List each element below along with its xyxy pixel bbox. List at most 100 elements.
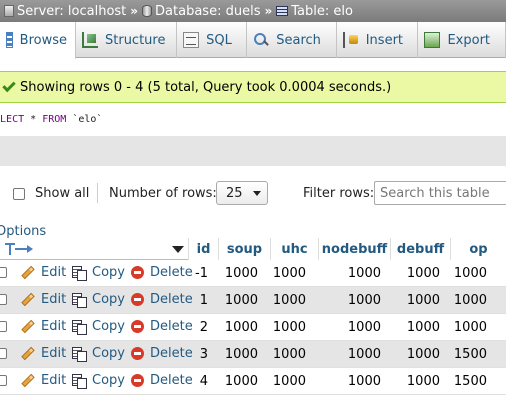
checkmark-icon bbox=[2, 78, 16, 92]
number-of-rows-value: 25 bbox=[226, 186, 243, 201]
edit-link[interactable]: Edit bbox=[21, 346, 66, 361]
delete-icon bbox=[131, 320, 144, 333]
cell-id: 4 bbox=[199, 374, 208, 389]
number-of-rows-select[interactable]: 25 bbox=[216, 181, 268, 205]
delete-link-label: Delete bbox=[150, 346, 193, 361]
tab-sql[interactable]: SQL bbox=[177, 22, 248, 58]
edit-link-label: Edit bbox=[41, 292, 67, 307]
database-icon bbox=[142, 5, 153, 17]
delete-icon bbox=[131, 374, 144, 387]
row-checkbox[interactable] bbox=[0, 267, 7, 278]
table-row: Edit Copy Delete 1 1000 1000 1000 1000 1000 bbox=[0, 287, 506, 314]
delete-link[interactable]: Delete bbox=[131, 265, 193, 280]
edit-link[interactable]: Edit bbox=[21, 265, 66, 280]
edit-link-label: Edit bbox=[41, 265, 67, 280]
copy-link-label: Copy bbox=[92, 292, 125, 307]
cell-uhc: 1000 bbox=[272, 293, 306, 308]
cell-soup: 1000 bbox=[224, 347, 258, 362]
cell-debuff: 1000 bbox=[406, 320, 440, 335]
tab-search[interactable]: Search bbox=[247, 22, 337, 58]
cell-debuff: 1000 bbox=[406, 374, 440, 389]
cell-uhc: 1000 bbox=[272, 347, 306, 362]
table-row: Edit Copy Delete -1 1000 1000 1000 1000 1000 bbox=[0, 260, 506, 287]
column-header-op[interactable]: op bbox=[450, 238, 506, 260]
copy-icon bbox=[72, 319, 87, 335]
breadcrumb-server-label[interactable]: Server: localhost bbox=[17, 4, 126, 19]
copy-link[interactable]: Copy bbox=[72, 265, 125, 281]
cell-nodebuff: 1000 bbox=[347, 293, 381, 308]
pencil-icon bbox=[21, 373, 35, 388]
tab-export[interactable]: Export bbox=[418, 22, 506, 58]
delete-icon bbox=[131, 266, 144, 279]
delete-link[interactable]: Delete bbox=[131, 319, 193, 334]
copy-link[interactable]: Copy bbox=[72, 292, 125, 308]
server-icon bbox=[4, 5, 14, 17]
pencil-icon bbox=[21, 292, 35, 307]
tab-structure[interactable]: Structure bbox=[76, 22, 178, 58]
column-arrow-icon[interactable] bbox=[3, 242, 35, 256]
query-toolbar bbox=[0, 136, 506, 166]
pencil-icon bbox=[21, 346, 35, 361]
sort-dropdown-icon[interactable] bbox=[172, 246, 184, 253]
filter-rows-label: Filter rows: bbox=[303, 186, 375, 201]
breadcrumb-table-label[interactable]: Table: elo bbox=[291, 4, 353, 19]
row-checkbox[interactable] bbox=[0, 294, 7, 305]
copy-link[interactable]: Copy bbox=[72, 319, 125, 335]
delete-icon bbox=[131, 293, 144, 306]
cell-soup: 1000 bbox=[224, 374, 258, 389]
insert-icon bbox=[342, 32, 359, 48]
breadcrumb-server[interactable]: Server: localhost bbox=[4, 4, 126, 19]
breadcrumb-database[interactable]: Database: duels bbox=[142, 4, 260, 19]
cell-op: 1500 bbox=[453, 347, 487, 362]
cell-op: 1000 bbox=[453, 293, 487, 308]
browse-icon bbox=[6, 32, 13, 48]
show-all-checkbox[interactable] bbox=[13, 188, 25, 200]
filter-rows-input[interactable] bbox=[374, 181, 506, 205]
copy-link-label: Copy bbox=[92, 346, 125, 361]
cell-op: 1000 bbox=[453, 320, 487, 335]
show-all-label[interactable]: Show all bbox=[35, 186, 89, 201]
sql-icon bbox=[183, 32, 200, 48]
export-icon bbox=[424, 32, 441, 48]
edit-link-label: Edit bbox=[41, 346, 67, 361]
column-header-debuff[interactable]: debuff bbox=[390, 238, 450, 260]
copy-icon bbox=[72, 346, 87, 362]
cell-soup: 1000 bbox=[224, 293, 258, 308]
column-header-soup[interactable]: soup bbox=[218, 238, 270, 260]
breadcrumb-table[interactable]: Table: elo bbox=[276, 4, 353, 19]
table-row: Edit Copy Delete 3 1000 1000 1000 1000 1500 bbox=[0, 341, 506, 368]
delete-link[interactable]: Delete bbox=[131, 346, 193, 361]
edit-link[interactable]: Edit bbox=[21, 319, 66, 334]
cell-uhc: 1000 bbox=[272, 320, 306, 335]
row-checkbox[interactable] bbox=[0, 348, 7, 359]
edit-link[interactable]: Edit bbox=[21, 292, 66, 307]
table-row: Edit Copy Delete 4 1000 1000 1000 1000 1500 bbox=[0, 368, 506, 395]
options-link[interactable]: Options bbox=[0, 224, 46, 239]
tab-search-label: Search bbox=[276, 32, 321, 48]
tab-browse[interactable]: Browse bbox=[0, 22, 76, 59]
copy-link[interactable]: Copy bbox=[72, 373, 125, 389]
cell-nodebuff: 1000 bbox=[347, 320, 381, 335]
delete-link[interactable]: Delete bbox=[131, 292, 193, 307]
pencil-icon bbox=[21, 265, 35, 280]
edit-link-label: Edit bbox=[41, 373, 67, 388]
cell-uhc: 1000 bbox=[272, 266, 306, 281]
edit-link[interactable]: Edit bbox=[21, 373, 66, 388]
tab-insert[interactable]: Insert bbox=[337, 22, 419, 58]
delete-link[interactable]: Delete bbox=[131, 373, 193, 388]
success-message: Showing rows 0 - 4 (5 total, Query took … bbox=[0, 71, 506, 103]
pencil-icon bbox=[21, 319, 35, 334]
column-header-nodebuff[interactable]: nodebuff bbox=[318, 238, 390, 260]
copy-link[interactable]: Copy bbox=[72, 346, 125, 362]
table-row: Edit Copy Delete 2 1000 1000 1000 1000 1000 bbox=[0, 314, 506, 341]
cell-nodebuff: 1000 bbox=[347, 374, 381, 389]
row-checkbox[interactable] bbox=[0, 375, 7, 386]
column-header-id[interactable]: id bbox=[188, 238, 218, 260]
column-header-uhc[interactable]: uhc bbox=[270, 238, 318, 260]
breadcrumb-database-label[interactable]: Database: duels bbox=[155, 4, 260, 19]
breadcrumb-separator: » bbox=[264, 4, 273, 18]
breadcrumb-separator: » bbox=[130, 4, 139, 18]
cell-debuff: 1000 bbox=[406, 293, 440, 308]
sql-query: SELECT * FROM `elo` bbox=[0, 104, 506, 134]
row-checkbox[interactable] bbox=[0, 321, 7, 332]
